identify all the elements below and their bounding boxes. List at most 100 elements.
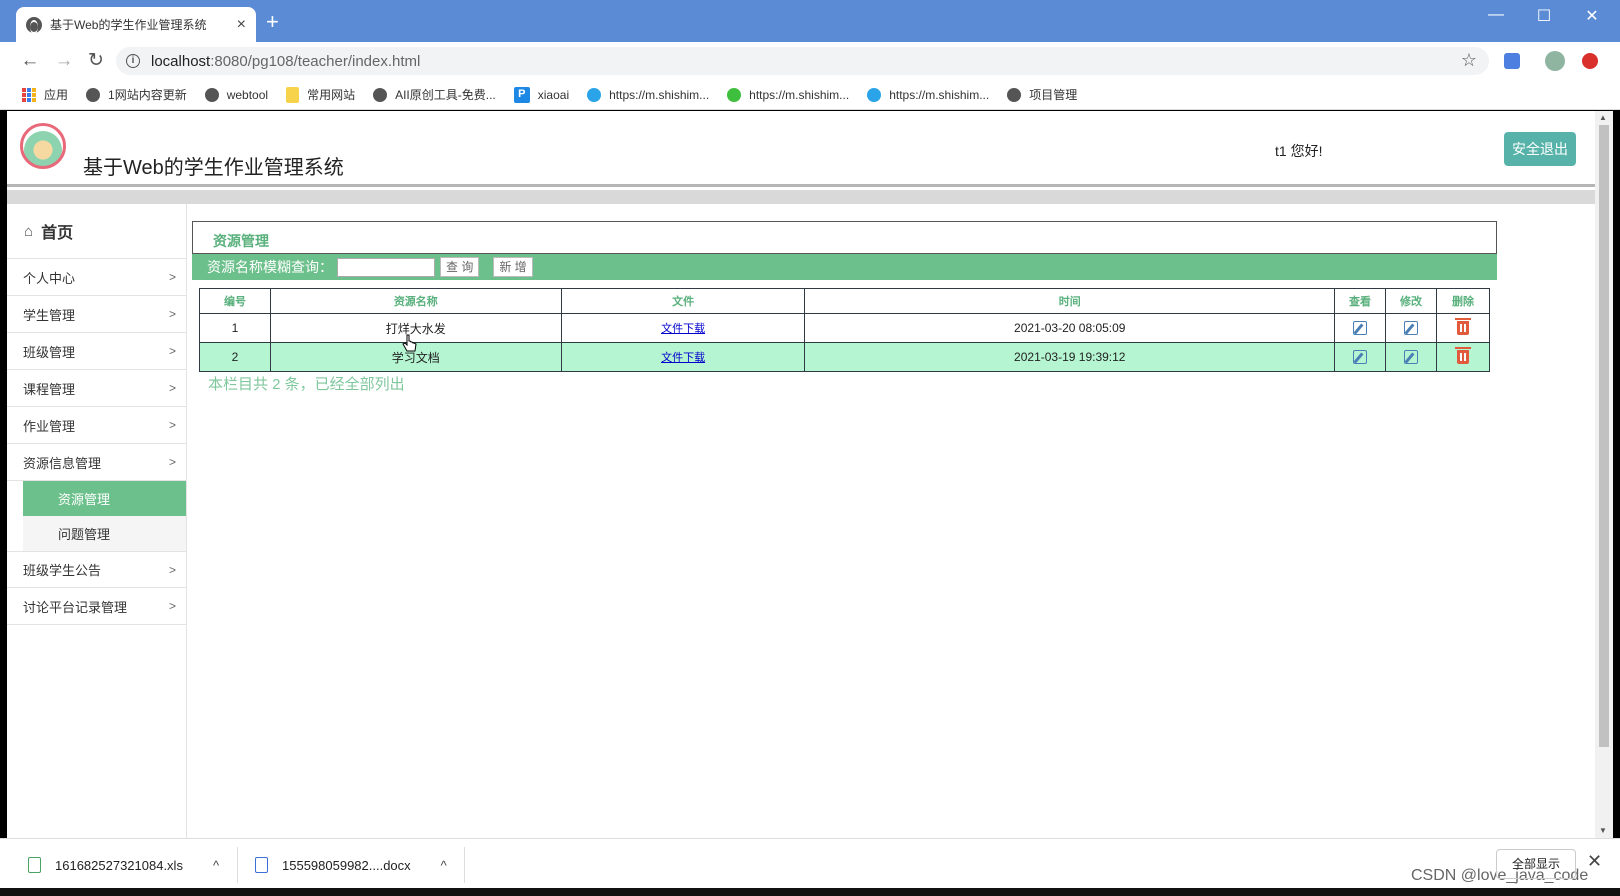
add-button[interactable]: 新 增 xyxy=(493,257,533,277)
cell-delete xyxy=(1436,342,1490,372)
chevron-up-icon[interactable]: ^ xyxy=(441,858,447,873)
bookmark-item[interactable]: https://m.shishim... xyxy=(727,87,849,102)
page-viewport: 基于Web的学生作业管理系统 t1 您好! 安全退出 ⌂ 首页 个人中心 > 学… xyxy=(7,111,1595,838)
bookmark-item[interactable]: P xiaoai xyxy=(513,86,569,103)
tab-close-button[interactable]: × xyxy=(237,16,246,34)
table-row: 2 学习文档 文件下载 2021-03-19 19:39:12 xyxy=(199,342,1490,372)
header-divider xyxy=(7,190,1595,204)
sidebar-item-personal-center[interactable]: 个人中心 > xyxy=(7,259,186,296)
file-download-link[interactable]: 文件下载 xyxy=(661,323,705,335)
sidebar-item-homework-management[interactable]: 作业管理 > xyxy=(7,407,186,444)
bookmark-item[interactable]: https://m.shishim... xyxy=(867,87,990,102)
resource-table: 编号 资源名称 文件 时间 查看 修改 删除 1 打烊大水发 文件下载 2021… xyxy=(199,288,1490,372)
view-icon[interactable] xyxy=(1353,321,1368,336)
divider xyxy=(237,847,238,883)
close-shelf-icon[interactable]: ✕ xyxy=(1587,851,1602,872)
chevron-right-icon: > xyxy=(168,307,176,321)
chevron-up-icon[interactable]: ^ xyxy=(213,858,219,873)
cell-id: 2 xyxy=(199,342,271,372)
forward-icon[interactable]: → xyxy=(52,50,76,72)
sidebar-item-discussion-records[interactable]: 讨论平台记录管理 > xyxy=(7,588,186,625)
sidebar-subitem-question-management[interactable]: 问题管理 xyxy=(23,516,186,551)
scrollbar-thumb[interactable] xyxy=(1599,125,1609,747)
show-all-downloads-button[interactable]: 全部显示 xyxy=(1496,849,1576,879)
bookmark-folder[interactable]: 常用网站 xyxy=(286,86,355,103)
view-icon[interactable] xyxy=(1353,350,1368,365)
tab-title: 基于Web的学生作业管理系统 xyxy=(50,18,207,32)
edit-icon[interactable] xyxy=(1404,350,1419,365)
cell-time: 2021-03-19 19:39:12 xyxy=(804,342,1336,372)
bookmark-item[interactable]: AII原创工具-免费... xyxy=(373,86,496,103)
sidebar-item-class-management[interactable]: 班级管理 > xyxy=(7,333,186,370)
column-header: 查看 xyxy=(1334,288,1387,314)
sidebar-item-label: 个人中心 xyxy=(23,270,76,286)
globe-icon xyxy=(204,87,219,102)
column-header: 资源名称 xyxy=(269,288,562,314)
minimize-button[interactable]: — xyxy=(1476,6,1516,24)
bookmark-item[interactable]: 1网站内容更新 xyxy=(86,86,187,103)
sidebar-item-student-management[interactable]: 学生管理 > xyxy=(7,296,186,333)
query-button[interactable]: 查 询 xyxy=(440,257,480,277)
cell-view xyxy=(1334,342,1387,372)
scroll-up-icon[interactable]: ▲ xyxy=(1599,113,1607,122)
apps-icon xyxy=(22,87,36,102)
logout-button[interactable]: 安全退出 xyxy=(1504,132,1576,166)
divider xyxy=(464,847,465,883)
sidebar-home[interactable]: ⌂ 首页 xyxy=(7,204,186,259)
xls-file-icon xyxy=(28,857,41,873)
bookmark-label: https://m.shishim... xyxy=(889,87,990,102)
edit-icon[interactable] xyxy=(1404,321,1419,336)
system-title: 基于Web的学生作业管理系统 xyxy=(83,157,344,179)
search-label: 资源名称模糊查询： xyxy=(207,259,333,275)
update-icon[interactable] xyxy=(1582,53,1598,69)
maximize-button[interactable]: ☐ xyxy=(1524,6,1564,26)
resource-name-search-input[interactable] xyxy=(337,257,435,277)
page-scrollbar[interactable]: ▲ ▼ xyxy=(1595,111,1613,838)
profile-avatar[interactable] xyxy=(1545,51,1565,71)
chevron-right-icon: > xyxy=(168,418,176,432)
trash-icon[interactable] xyxy=(1455,347,1471,365)
info-icon[interactable]: i xyxy=(126,54,140,68)
reload-icon[interactable]: ↻ xyxy=(84,50,108,72)
scroll-down-icon[interactable]: ▼ xyxy=(1599,826,1607,835)
sidebar-item-resource-info-management[interactable]: 资源信息管理 > xyxy=(7,444,186,481)
table-row: 1 打烊大水发 文件下载 2021-03-20 08:05:09 xyxy=(199,313,1490,343)
bookmark-star-icon[interactable]: ☆ xyxy=(1461,50,1477,71)
bookmark-apps[interactable]: 应用 xyxy=(22,86,68,103)
back-icon[interactable]: ← xyxy=(18,50,42,72)
bookmark-item[interactable]: 项目管理 xyxy=(1007,86,1077,103)
download-item[interactable]: 161682527321084.xls ^ xyxy=(28,852,219,878)
site-header: 基于Web的学生作业管理系统 t1 您好! 安全退出 xyxy=(7,111,1595,187)
bookmark-label: AII原创工具-免费... xyxy=(395,88,496,102)
extension-icon[interactable] xyxy=(1504,53,1520,69)
close-window-button[interactable]: ✕ xyxy=(1572,6,1612,26)
file-download-link[interactable]: 文件下载 xyxy=(661,352,705,364)
sidebar-item-label: 讨论平台记录管理 xyxy=(23,599,128,615)
os-taskbar xyxy=(0,888,1620,896)
column-header: 修改 xyxy=(1385,288,1437,314)
bookmark-label: 应用 xyxy=(44,88,69,102)
address-bar[interactable]: i localhost:8080/pg108/teacher/index.htm… xyxy=(116,47,1489,75)
sidebar-item-course-management[interactable]: 课程管理 > xyxy=(7,370,186,407)
panel-title: 资源管理 xyxy=(192,221,1497,254)
trash-icon[interactable] xyxy=(1455,318,1471,336)
column-header: 时间 xyxy=(804,288,1336,314)
cell-file: 文件下载 xyxy=(560,342,806,372)
sidebar-item-label: 学生管理 xyxy=(23,307,76,323)
download-item[interactable]: 155598059982....docx ^ xyxy=(255,852,447,878)
column-header: 编号 xyxy=(199,288,271,314)
cell-id: 1 xyxy=(199,313,271,343)
chevron-right-icon: > xyxy=(168,599,176,613)
sidebar-item-class-announcements[interactable]: 班级学生公告 > xyxy=(7,551,186,588)
chevron-right-icon: > xyxy=(168,381,176,395)
sidebar-subitem-resource-management[interactable]: 资源管理 xyxy=(23,481,186,516)
url-host: localhost xyxy=(151,52,211,70)
new-tab-button[interactable]: + xyxy=(266,11,279,33)
bookmark-label: webtool xyxy=(226,87,269,102)
bookmark-item[interactable]: webtool xyxy=(204,87,269,102)
browser-tab[interactable]: 基于Web的学生作业管理系统 × xyxy=(16,7,256,42)
globe-icon xyxy=(86,87,101,102)
bookmark-item[interactable]: https://m.shishim... xyxy=(587,87,709,102)
chevron-right-icon: > xyxy=(168,455,176,469)
record-count-note: 本栏目共 2 条，已经全部列出 xyxy=(208,376,405,393)
